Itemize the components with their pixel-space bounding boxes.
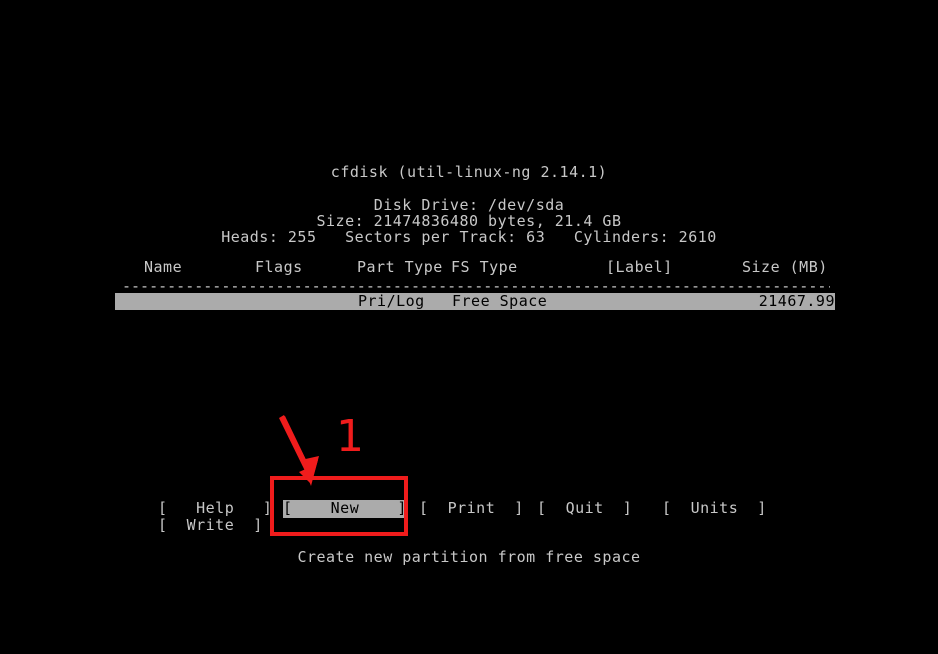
disk-drive-label: Disk Drive: /dev/sda: [373, 196, 565, 214]
status-help-text: Create new partition from free space: [297, 548, 641, 566]
column-header-name: Name: [144, 258, 183, 276]
column-header-flags: Flags: [255, 258, 303, 276]
units-button[interactable]: [ Units ]: [662, 501, 767, 516]
row-fs-type: Free Space: [452, 292, 548, 310]
column-header-fs-type: FS Type: [451, 258, 518, 276]
app-title: cfdisk (util-linux-ng 2.14.1): [330, 163, 608, 181]
help-button[interactable]: [ Help ]: [158, 501, 272, 516]
column-header-part-type: Part Type: [357, 258, 443, 276]
column-header-size: Size (MB): [742, 258, 828, 276]
disk-size-label: Size: 21474836480 bytes, 21.4 GB: [316, 212, 622, 230]
print-button[interactable]: [ Print ]: [419, 501, 524, 516]
column-header-label: [Label]: [606, 258, 673, 276]
quit-button[interactable]: [ Quit ]: [537, 501, 632, 516]
row-size: 21467.99: [758, 292, 835, 310]
menu-bar: [ Help ] [ New ] [ Print ] [ Quit ] [ Un…: [0, 500, 938, 540]
row-part-type: Pri/Log: [358, 292, 425, 310]
disk-geometry-label: Heads: 255 Sectors per Track: 63 Cylinde…: [221, 228, 717, 246]
new-button[interactable]: [ New ]: [283, 500, 407, 518]
table-separator: ----------------------------------------…: [122, 279, 830, 290]
annotation-step-number: 1: [336, 411, 364, 462]
write-button[interactable]: [ Write ]: [158, 518, 263, 533]
terminal-screen: cfdisk (util-linux-ng 2.14.1) Disk Drive…: [0, 0, 938, 654]
table-row[interactable]: Pri/Log Free Space 21467.99: [115, 293, 835, 310]
annotation-arrow-icon: [279, 415, 319, 486]
